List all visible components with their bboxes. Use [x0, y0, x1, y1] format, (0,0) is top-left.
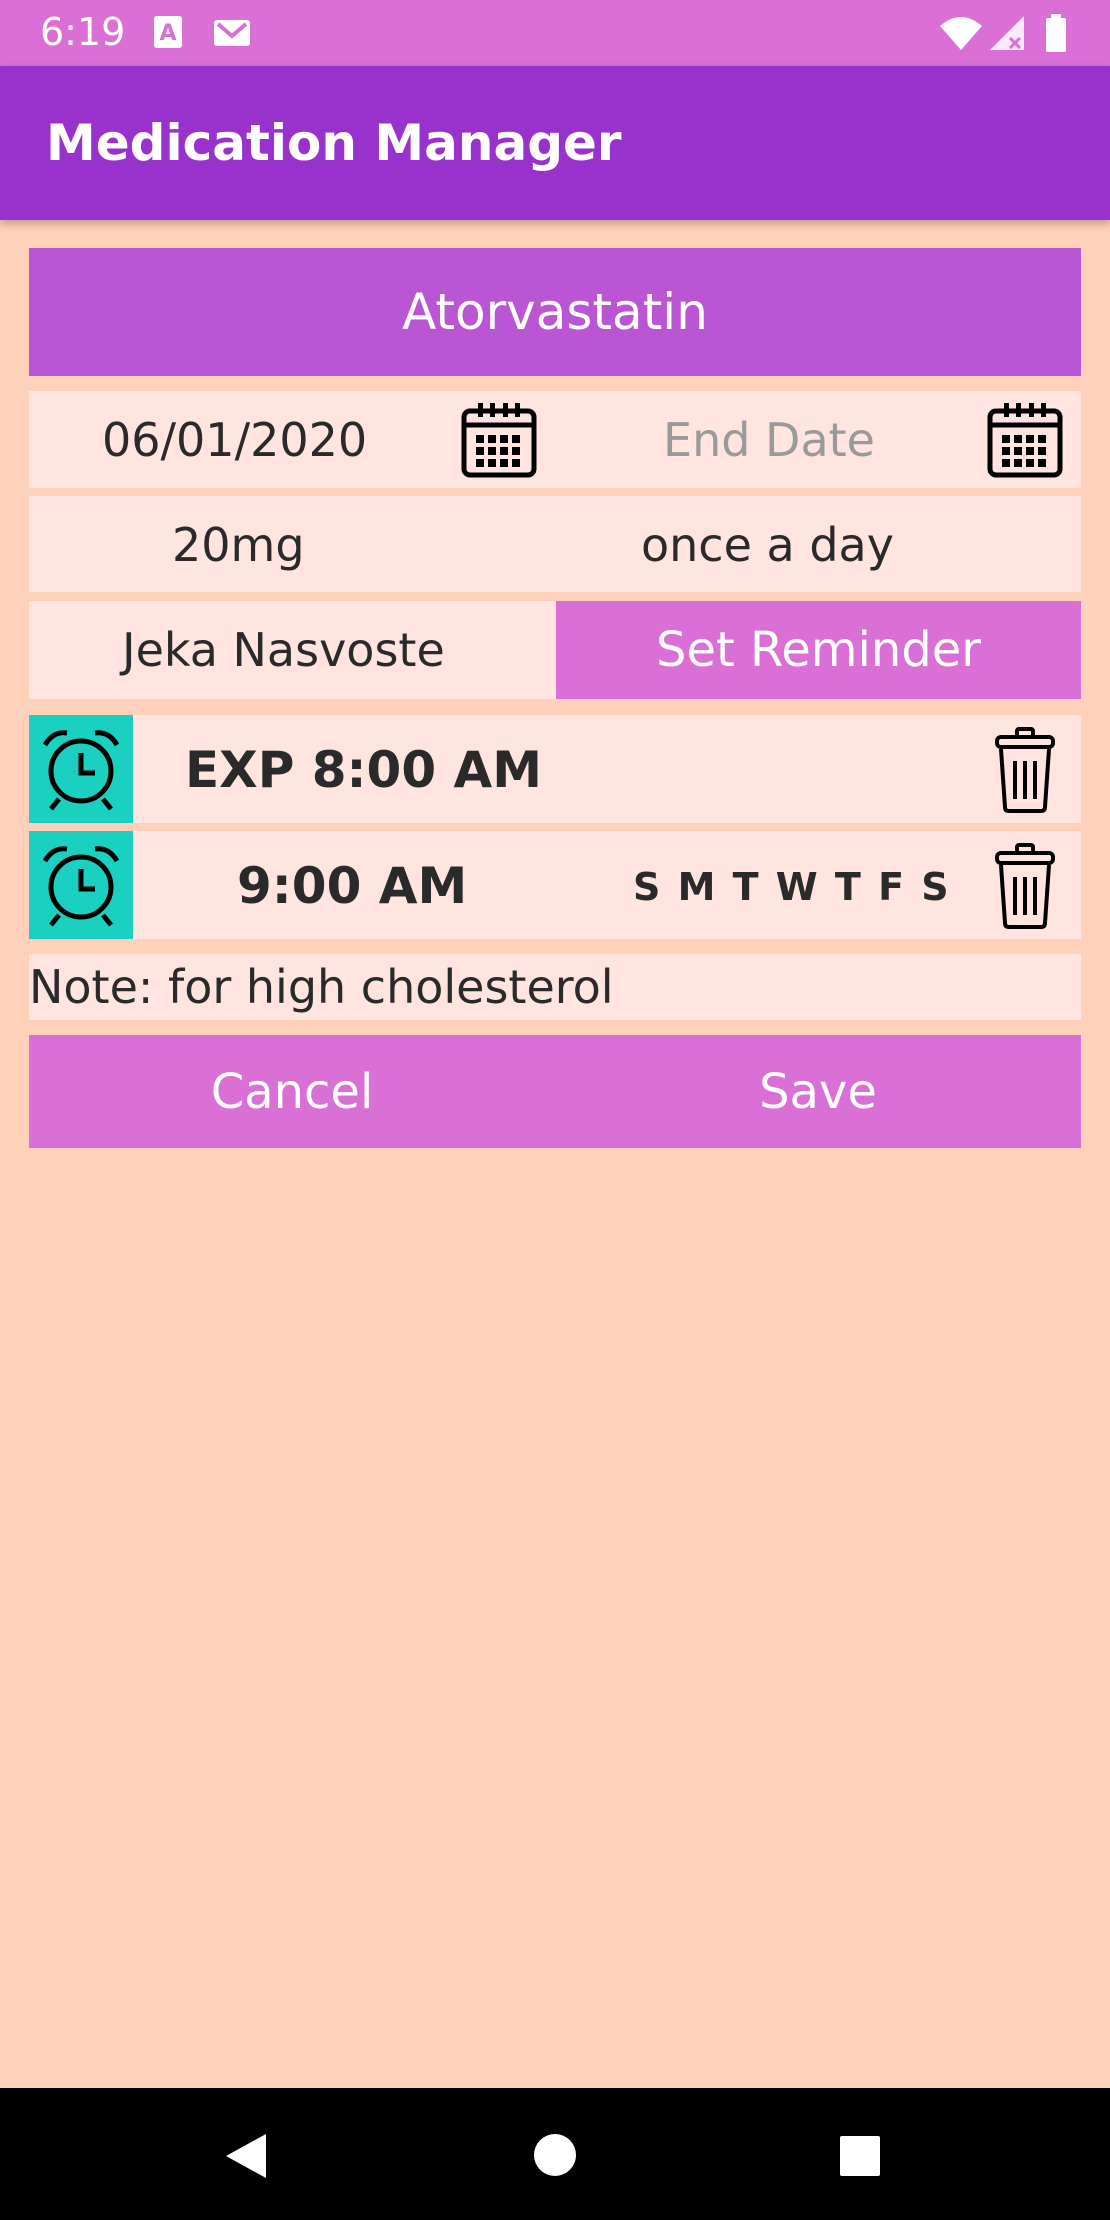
- start-date-calendar-icon[interactable]: [460, 401, 538, 479]
- cancel-button[interactable]: Cancel: [29, 1035, 555, 1148]
- text-notification-icon: A: [154, 16, 182, 48]
- start-date[interactable]: 06/01/2020: [102, 413, 367, 467]
- save-button[interactable]: Save: [555, 1035, 1081, 1148]
- status-bar: 6:19 A: [0, 0, 1110, 66]
- patient-row: Jeka Nasvoste: [29, 601, 556, 699]
- navigation-bar: [0, 2088, 1110, 2220]
- medication-name[interactable]: Atorvastatin: [29, 248, 1081, 376]
- frequency-field[interactable]: once a day: [641, 518, 894, 572]
- app-title: Medication Manager: [46, 114, 622, 172]
- delete-reminder-icon[interactable]: [993, 843, 1057, 929]
- reminder-row[interactable]: EXP 8:00 AM: [29, 715, 1081, 823]
- delete-reminder-icon[interactable]: [993, 727, 1057, 813]
- battery-icon: [1046, 14, 1066, 52]
- set-reminder-button[interactable]: Set Reminder: [556, 601, 1081, 699]
- note-text: Note: for high cholesterol: [29, 960, 614, 1014]
- svg-text:A: A: [159, 21, 176, 46]
- reminder-time: EXP 8:00 AM: [185, 741, 542, 799]
- dosage-row: 20mg once a day: [29, 496, 1081, 592]
- home-icon[interactable]: [532, 2132, 578, 2178]
- action-buttons: Cancel Save: [29, 1035, 1081, 1148]
- date-row: 06/01/2020 End Date: [29, 391, 1081, 488]
- patient-name[interactable]: Jeka Nasvoste: [122, 623, 445, 677]
- reminder-time: 9:00 AM: [237, 857, 468, 915]
- dosage-field[interactable]: 20mg: [172, 518, 305, 572]
- status-time: 6:19: [40, 10, 126, 54]
- back-icon[interactable]: [222, 2130, 270, 2182]
- reminder-row[interactable]: 9:00 AM S M T W T F S: [29, 831, 1081, 939]
- end-date-calendar-icon[interactable]: [986, 401, 1064, 479]
- alarm-tile[interactable]: [29, 715, 133, 823]
- signal-icon: [990, 16, 1024, 50]
- wifi-icon: [940, 17, 982, 50]
- alarm-clock-icon: [42, 846, 120, 927]
- recents-icon[interactable]: [838, 2134, 882, 2178]
- note-field[interactable]: Note: for high cholesterol: [29, 954, 1081, 1020]
- reminder-days: S M T W T F S: [633, 865, 951, 909]
- end-date-field[interactable]: End Date: [663, 413, 875, 467]
- alarm-clock-icon: [42, 730, 120, 811]
- gmail-icon: [214, 20, 250, 46]
- alarm-tile[interactable]: [29, 831, 133, 939]
- app-bar: Medication Manager: [0, 66, 1110, 220]
